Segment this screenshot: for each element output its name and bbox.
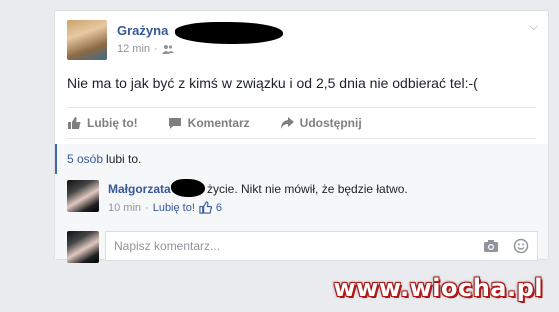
likes-summary: 5 osób lubi to. xyxy=(55,144,548,174)
camera-icon[interactable] xyxy=(483,238,499,254)
action-bar: Lubię to! Komentarz Udostępnij xyxy=(67,107,536,139)
comment-button[interactable]: Komentarz xyxy=(168,116,250,130)
comment-like-link[interactable]: Lubię to! xyxy=(153,202,195,214)
comment-like-count[interactable]: 6 xyxy=(216,202,222,214)
post-text: Nie ma to jak być z kimś w związku i od … xyxy=(67,75,478,91)
comment-input[interactable]: Napisz komentarz... xyxy=(105,231,538,261)
comment-label: Komentarz xyxy=(187,116,250,130)
input-icons xyxy=(483,238,529,254)
redaction-mark xyxy=(175,22,283,44)
comment-meta: 10 min · Lubię to! 6 xyxy=(108,201,222,214)
thumbs-up-icon xyxy=(199,201,212,214)
likes-text: lubi to. xyxy=(106,152,142,166)
commenter-avatar[interactable] xyxy=(67,180,99,212)
emoji-icon[interactable] xyxy=(513,238,529,254)
post-card: Grażyna 12 min · ⌵ Nie ma to jak być z k… xyxy=(54,10,549,263)
author-avatar[interactable] xyxy=(67,20,107,60)
share-arrow-icon xyxy=(280,117,294,129)
redaction-mark xyxy=(171,179,205,197)
comment-time[interactable]: 10 min xyxy=(108,202,141,214)
post-author[interactable]: Grażyna xyxy=(117,23,168,38)
comment-placeholder: Napisz komentarz... xyxy=(114,239,221,253)
comment-text: życie. Nikt nie mówił, że będzie łatwo. xyxy=(207,182,408,196)
likes-count-link[interactable]: 5 osób xyxy=(67,152,103,166)
thumbs-up-icon xyxy=(68,117,81,129)
post-meta: 12 min · xyxy=(117,43,174,55)
comment-icon xyxy=(168,118,181,129)
like-button[interactable]: Lubię to! xyxy=(67,116,138,130)
share-label: Udostępnij xyxy=(299,116,362,130)
chevron-down-icon[interactable]: ⌵ xyxy=(530,21,538,34)
comment-author[interactable]: Małgorzata xyxy=(108,182,171,196)
friends-icon[interactable] xyxy=(161,44,174,54)
current-user-avatar xyxy=(67,231,99,263)
post-time[interactable]: 12 min xyxy=(117,43,150,55)
site-watermark: www.wiocha.pl xyxy=(333,274,543,302)
meta-separator: · xyxy=(154,43,158,55)
meta-separator: · xyxy=(145,201,149,214)
comments-section: Małgorzata życie. Nikt nie mówił, że będ… xyxy=(55,174,548,263)
like-label: Lubię to! xyxy=(87,116,138,130)
share-button[interactable]: Udostępnij xyxy=(280,116,362,130)
